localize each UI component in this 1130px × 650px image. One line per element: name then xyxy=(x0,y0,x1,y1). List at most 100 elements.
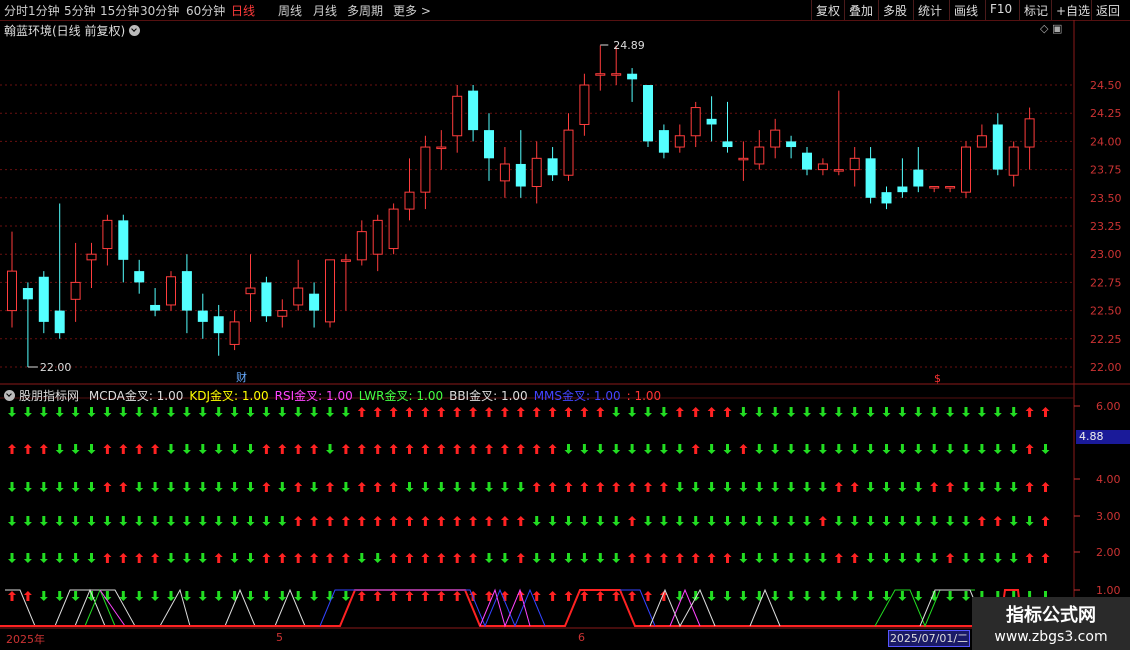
arrow-down xyxy=(898,516,907,526)
arrow-down xyxy=(262,516,271,526)
arrow-up xyxy=(580,482,589,492)
candle-body-down xyxy=(309,293,320,311)
toolbar-right-5[interactable]: F10 xyxy=(990,2,1012,16)
arrow-down xyxy=(675,516,684,526)
toolbar-6[interactable]: 日线 xyxy=(231,2,255,19)
arrow-up xyxy=(151,444,160,454)
toolbar-7[interactable]: 周线 xyxy=(278,2,302,19)
arrow-down xyxy=(246,516,255,526)
toolbar-4[interactable]: 30分钟 xyxy=(140,2,179,19)
arrow-down xyxy=(707,591,716,601)
arrow-up xyxy=(580,591,589,601)
toolbar-0[interactable]: 分时 xyxy=(4,2,28,19)
arrow-down xyxy=(771,553,780,563)
arrow-up xyxy=(548,591,557,601)
arrow-up xyxy=(548,444,557,454)
candle-body-up xyxy=(595,73,606,76)
arrow-up xyxy=(659,553,668,563)
toolbar-2[interactable]: 5分钟 xyxy=(64,2,96,19)
arrow-down xyxy=(230,591,239,601)
arrow-up xyxy=(707,553,716,563)
diamond-icon[interactable]: ◇ xyxy=(1040,22,1048,35)
arrow-up xyxy=(644,482,652,492)
candle-body-down xyxy=(627,73,638,80)
window-icon[interactable]: ▣ xyxy=(1052,22,1062,35)
arrow-down xyxy=(294,407,303,417)
arrow-down xyxy=(914,482,923,492)
toolbar-9[interactable]: 多周期 xyxy=(347,2,383,19)
chart-title[interactable]: 翰蓝环境(日线 前复权) xyxy=(4,22,141,39)
arrow-down xyxy=(326,444,334,454)
toolbar-5[interactable]: 60分钟 xyxy=(186,2,225,19)
arrow-down xyxy=(310,407,319,417)
toolbar-separator xyxy=(844,0,845,20)
toolbar-8[interactable]: 月线 xyxy=(313,2,337,19)
arrow-down xyxy=(707,444,716,454)
arrow-up xyxy=(453,591,462,601)
chevron-down-icon[interactable] xyxy=(129,25,141,36)
arrow-down xyxy=(55,444,64,454)
arrow-down xyxy=(214,591,223,601)
toolbar-right-7[interactable]: +自选 xyxy=(1056,2,1090,19)
arrow-down xyxy=(962,516,970,526)
arrow-up xyxy=(548,407,557,417)
arrow-up xyxy=(691,553,700,563)
arrow-down xyxy=(755,591,764,601)
toolbar-right-0[interactable]: 复权 xyxy=(816,2,840,19)
arrow-up xyxy=(421,591,430,601)
toolbar-right-6[interactable]: 标记 xyxy=(1024,2,1048,19)
candle-body-down xyxy=(484,130,494,159)
candle-body-up xyxy=(229,321,240,345)
toolbar-right-2[interactable]: 多股 xyxy=(883,2,907,19)
candle-body-down xyxy=(38,276,49,322)
arrow-down xyxy=(659,407,668,417)
indicator-tick-label: 3.00 xyxy=(1096,510,1121,523)
candle-body-down xyxy=(515,163,526,187)
window-controls[interactable]: ◇ ▣ xyxy=(1040,22,1062,35)
candle-body-up xyxy=(579,84,590,125)
candle-body-down xyxy=(897,186,908,193)
toolbar-3[interactable]: 15分钟 xyxy=(100,2,139,19)
price-chart: 24.50 24.25 24.00 23.75 23.50 23.25 23.00 22.75… xyxy=(0,20,1130,629)
toolbar-right-1[interactable]: 叠加 xyxy=(849,2,873,19)
arrow-up xyxy=(8,444,16,454)
arrow-down xyxy=(803,482,811,492)
toolbar-right-8[interactable]: 返回 xyxy=(1096,2,1120,19)
arrow-down xyxy=(23,407,32,417)
arrow-down xyxy=(755,482,764,492)
chevron-down-icon[interactable] xyxy=(4,390,15,401)
arrow-up xyxy=(405,553,414,563)
arrow-up xyxy=(516,407,525,417)
arrow-down xyxy=(151,407,160,417)
arrow-up xyxy=(373,482,382,492)
toolbar-right-3[interactable]: 统计 xyxy=(918,2,942,19)
arrow-up xyxy=(723,407,732,417)
toolbar-right-4[interactable]: 画线 xyxy=(954,2,978,19)
arrow-down xyxy=(644,516,652,526)
candle-body-down xyxy=(706,118,717,125)
arrow-down xyxy=(930,444,939,454)
arrow-down xyxy=(659,516,668,526)
arrow-down xyxy=(707,516,716,526)
arrow-down xyxy=(39,553,48,563)
arrow-down xyxy=(771,444,780,454)
toolbar-10[interactable]: 更多 > xyxy=(393,2,431,19)
arrow-down xyxy=(167,482,175,492)
arrow-up xyxy=(485,407,493,417)
price-tick-label: 24.25 xyxy=(1090,107,1122,120)
arrow-down xyxy=(103,516,112,526)
arrow-down xyxy=(564,553,573,563)
toolbar-1[interactable]: 1分钟 xyxy=(28,2,60,19)
candle-body-up xyxy=(325,259,335,323)
arrow-up xyxy=(310,444,319,454)
arrow-down xyxy=(198,444,207,454)
candle-body-down xyxy=(722,141,733,148)
candle-body-down xyxy=(992,124,1003,170)
arrow-down xyxy=(151,482,160,492)
arrow-up xyxy=(421,553,430,563)
arrow-down xyxy=(198,482,207,492)
arrow-down xyxy=(55,553,64,563)
indicator-item-5: MMS金叉: 1.00 xyxy=(533,389,621,403)
arrow-down xyxy=(71,591,80,601)
price-tick-label: 22.75 xyxy=(1090,276,1122,289)
